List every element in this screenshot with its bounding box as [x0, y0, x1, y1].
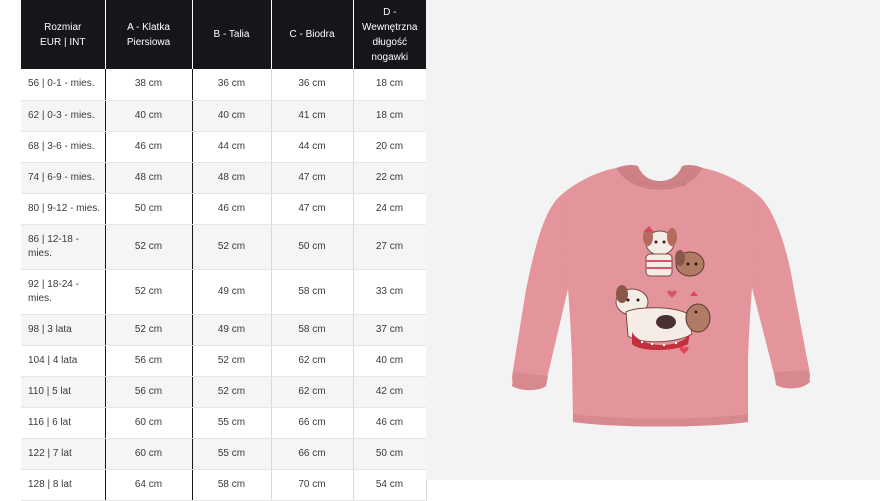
cell-waist: 52 cm	[192, 224, 272, 270]
cell-hips: 47 cm	[271, 162, 354, 194]
cell-chest: 56 cm	[105, 345, 193, 377]
product-image-panel	[426, 0, 880, 480]
cell-hips: 58 cm	[271, 269, 354, 315]
cell-size: 98 | 3 lata	[21, 314, 106, 346]
cell-inseam: 50 cm	[353, 438, 427, 470]
shirt-image	[511, 164, 811, 427]
table-row: 122 | 7 lat 60 cm 55 cm 66 cm 50 cm	[21, 438, 427, 470]
cell-inseam: 18 cm	[353, 69, 427, 101]
cell-chest: 60 cm	[105, 438, 193, 470]
cell-inseam: 27 cm	[353, 224, 427, 270]
table-row: 80 | 9-12 - mies. 50 cm 46 cm 47 cm 24 cm	[21, 193, 427, 225]
cell-size: 86 | 12-18 - mies.	[21, 224, 106, 270]
cell-chest: 60 cm	[105, 407, 193, 439]
cell-hips: 70 cm	[271, 469, 354, 501]
cell-inseam: 18 cm	[353, 100, 427, 132]
cell-chest: 52 cm	[105, 314, 193, 346]
cell-inseam: 54 cm	[353, 469, 427, 501]
cell-chest: 56 cm	[105, 376, 193, 408]
cell-size: 92 | 18-24 - mies.	[21, 269, 106, 315]
cell-hips: 66 cm	[271, 438, 354, 470]
cell-waist: 49 cm	[192, 269, 272, 315]
cell-inseam: 37 cm	[353, 314, 427, 346]
cell-waist: 44 cm	[192, 131, 272, 163]
cell-size: 116 | 6 lat	[21, 407, 106, 439]
header-inseam: D - Wewnętrzna długość nogawki	[352, 0, 426, 69]
table-row: 92 | 18-24 - mies. 52 cm 49 cm 58 cm 33 cm	[21, 269, 427, 315]
cell-inseam: 33 cm	[353, 269, 427, 315]
cell-hips: 50 cm	[271, 224, 354, 270]
cell-waist: 52 cm	[192, 376, 272, 408]
table-row: 110 | 5 lat 56 cm 52 cm 62 cm 42 cm	[21, 376, 427, 408]
size-chart-body: 56 | 0-1 - mies. 38 cm 36 cm 36 cm 18 cm 62 |…	[21, 69, 427, 501]
cell-hips: 62 cm	[271, 376, 354, 408]
header-waist: B - Talia	[191, 0, 271, 69]
cell-chest: 38 cm	[105, 69, 193, 101]
cell-size: 122 | 7 lat	[21, 438, 106, 470]
cell-inseam: 24 cm	[353, 193, 427, 225]
cell-inseam: 42 cm	[353, 376, 427, 408]
cell-size: 68 | 3-6 - mies.	[21, 131, 106, 163]
table-row: 74 | 6-9 - mies. 48 cm 48 cm 47 cm 22 cm	[21, 162, 427, 194]
cell-hips: 47 cm	[271, 193, 354, 225]
cell-waist: 49 cm	[192, 314, 272, 346]
cell-inseam: 46 cm	[353, 407, 427, 439]
cell-chest: 52 cm	[105, 269, 193, 315]
cell-waist: 58 cm	[192, 469, 272, 501]
table-row: 56 | 0-1 - mies. 38 cm 36 cm 36 cm 18 cm	[21, 69, 427, 101]
cell-chest: 52 cm	[105, 224, 193, 270]
cell-inseam: 20 cm	[353, 131, 427, 163]
cell-hips: 62 cm	[271, 345, 354, 377]
cell-size: 74 | 6-9 - mies.	[21, 162, 106, 194]
cell-chest: 64 cm	[105, 469, 193, 501]
cell-waist: 40 cm	[192, 100, 272, 132]
table-row: 104 | 4 lata 56 cm 52 cm 62 cm 40 cm	[21, 345, 427, 377]
cell-size: 104 | 4 lata	[21, 345, 106, 377]
cell-waist: 55 cm	[192, 438, 272, 470]
cell-hips: 41 cm	[271, 100, 354, 132]
cell-waist: 55 cm	[192, 407, 272, 439]
cell-hips: 44 cm	[271, 131, 354, 163]
cell-waist: 36 cm	[192, 69, 272, 101]
cell-hips: 58 cm	[271, 314, 354, 346]
cell-inseam: 40 cm	[353, 345, 427, 377]
cell-waist: 52 cm	[192, 345, 272, 377]
table-row: 62 | 0-3 - mies. 40 cm 40 cm 41 cm 18 cm	[21, 100, 427, 132]
shirt-body	[560, 168, 759, 427]
cell-size: 80 | 9-12 - mies.	[21, 193, 106, 225]
header-chest: A - Klatka Piersiowa	[104, 0, 192, 69]
cell-hips: 36 cm	[271, 69, 354, 101]
cell-inseam: 22 cm	[353, 162, 427, 194]
right-sleeve	[748, 196, 811, 388]
cell-waist: 46 cm	[192, 193, 272, 225]
header-hips: C - Biodra	[270, 0, 353, 69]
cell-chest: 46 cm	[105, 131, 193, 163]
cell-chest: 48 cm	[105, 162, 193, 194]
size-chart-table: Rozmiar EUR | INT A - Klatka Piersiowa B -…	[21, 0, 427, 501]
header-size: Rozmiar EUR | INT	[21, 0, 105, 69]
cell-size: 110 | 5 lat	[21, 376, 106, 408]
table-row: 98 | 3 lata 52 cm 49 cm 58 cm 37 cm	[21, 314, 427, 346]
cell-hips: 66 cm	[271, 407, 354, 439]
cell-size: 56 | 0-1 - mies.	[21, 69, 106, 101]
table-row: 116 | 6 lat 60 cm 55 cm 66 cm 46 cm	[21, 407, 427, 439]
cell-chest: 40 cm	[105, 100, 193, 132]
table-row: 86 | 12-18 - mies. 52 cm 52 cm 50 cm 27 cm	[21, 224, 427, 270]
table-row: 68 | 3-6 - mies. 46 cm 44 cm 44 cm 20 cm	[21, 131, 427, 163]
size-chart-header-row: Rozmiar EUR | INT A - Klatka Piersiowa B -…	[21, 0, 426, 69]
cell-waist: 48 cm	[192, 162, 272, 194]
cell-chest: 50 cm	[105, 193, 193, 225]
cell-size: 128 | 8 lat	[21, 469, 106, 501]
table-row: 128 | 8 lat 64 cm 58 cm 70 cm 54 cm	[21, 469, 427, 501]
cell-size: 62 | 0-3 - mies.	[21, 100, 106, 132]
